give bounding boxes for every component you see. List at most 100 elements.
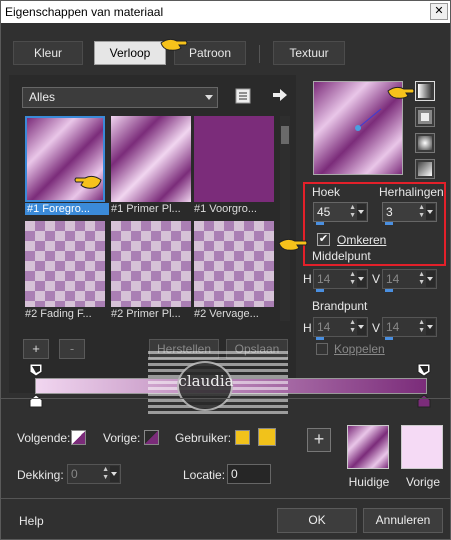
center-v-input[interactable]: 14 ▲ ▼ (382, 269, 437, 292)
chevron-down-icon[interactable] (110, 466, 119, 482)
title-bar: Eigenschappen van materiaal ✕ (1, 1, 450, 23)
pointing-hand-icon (387, 86, 415, 99)
chevron-down-icon[interactable] (426, 319, 435, 335)
add-to-swatches-button[interactable]: + (307, 428, 331, 452)
linear-gradient-icon (418, 84, 432, 98)
start-color-stop-icon[interactable] (29, 394, 43, 408)
location-label: Locatie: (183, 468, 226, 482)
spin-arrows-icon[interactable]: ▲ ▼ (349, 271, 356, 287)
category-value: Alles (29, 90, 56, 104)
pointing-hand-icon (74, 175, 102, 189)
link-checkbox[interactable] (316, 343, 328, 355)
repeats-input[interactable]: 3 ▲ ▼ (382, 202, 437, 225)
chevron-down-icon[interactable] (357, 204, 366, 220)
spin-arrows-icon[interactable]: ▲ ▼ (102, 466, 109, 482)
prev-label: Vorige: (103, 431, 141, 445)
pointing-hand-icon (160, 38, 188, 51)
spin-arrows-icon[interactable]: ▲ ▼ (418, 319, 425, 335)
location-input[interactable]: 0 (227, 464, 271, 484)
tab-verloop[interactable]: Verloop (94, 41, 166, 65)
focal-v-value: 14 (386, 320, 400, 334)
previous-preview[interactable] (401, 425, 443, 469)
gradient-preview (194, 221, 274, 307)
gradient-thumb-5[interactable]: #2 Primer Pl... (111, 221, 191, 320)
slider-indicator (385, 289, 393, 292)
spin-arrows-icon[interactable]: ▲ ▼ (418, 271, 425, 287)
gradient-preview (25, 221, 105, 307)
current-preview[interactable] (347, 425, 389, 469)
list-view-icon[interactable] (235, 88, 251, 104)
start-stop-marker-icon[interactable] (29, 363, 43, 377)
location-value: 0 (231, 467, 238, 481)
focal-h-label: H (303, 321, 312, 335)
current-label: Huidige (348, 475, 390, 489)
gradient-thumb-3[interactable]: #1 Voorgro... (194, 116, 274, 215)
gradient-thumb-2[interactable]: #1 Primer Pl... (111, 116, 191, 215)
focal-v-label: V (372, 321, 381, 335)
thumb-label: #1 Voorgro... (194, 203, 257, 215)
prev-swatch[interactable] (144, 430, 159, 445)
gradient-preview (111, 116, 191, 202)
gradient-thumb-6[interactable]: #2 Vervage... (194, 221, 274, 320)
angle-label: Hoek (312, 185, 341, 199)
divider (1, 498, 450, 499)
slider-indicator (316, 337, 324, 340)
focal-h-input[interactable]: 14 ▲ ▼ (313, 317, 368, 340)
focal-label: Brandpunt (312, 299, 368, 313)
material-properties-dialog: Eigenschappen van materiaal ✕ Kleur Verl… (0, 0, 451, 540)
end-color-stop-icon[interactable] (417, 394, 431, 408)
linear-style-button[interactable] (415, 81, 435, 101)
next-swatch[interactable] (71, 430, 86, 445)
opacity-input[interactable]: 0 ▲ ▼ (67, 464, 121, 484)
rectangular-gradient-icon (418, 110, 432, 124)
invert-label: Omkeren (337, 233, 387, 247)
pointing-hand-icon (278, 238, 308, 251)
slider-indicator (316, 289, 324, 292)
ok-button[interactable]: OK (277, 508, 357, 533)
center-h-input[interactable]: 14 ▲ ▼ (313, 269, 368, 292)
user-swatch-2[interactable] (258, 428, 276, 446)
category-dropdown[interactable]: Alles (22, 87, 218, 108)
focal-h-value: 14 (317, 320, 331, 334)
tab-kleur[interactable]: Kleur (13, 41, 83, 65)
gradient-thumb-4[interactable]: #2 Fading F... (25, 221, 105, 320)
radial-gradient-icon (418, 136, 432, 150)
thumb-label: #2 Fading F... (25, 308, 92, 320)
arrow-right-icon[interactable] (272, 88, 288, 102)
rectangular-style-button[interactable] (415, 107, 435, 127)
user-swatch-1[interactable] (235, 430, 250, 445)
next-label: Volgende: (17, 431, 71, 445)
remove-gradient-button[interactable]: - (59, 339, 85, 359)
close-button[interactable]: ✕ (430, 3, 448, 20)
chevron-down-icon[interactable] (357, 271, 366, 287)
help-button[interactable]: Help (19, 514, 44, 528)
radial-style-button[interactable] (415, 133, 435, 153)
center-label: Middelpunt (312, 249, 371, 263)
invert-checkbox[interactable]: ✔ (317, 233, 330, 246)
slider-indicator (316, 222, 324, 225)
end-stop-marker-icon[interactable] (417, 363, 431, 377)
gradient-thumb-1[interactable]: #1 Foregro... (25, 116, 109, 215)
spin-arrows-icon[interactable]: ▲ ▼ (349, 204, 356, 220)
link-label: Koppelen (334, 342, 385, 356)
focal-v-input[interactable]: 14 ▲ ▼ (382, 317, 437, 340)
chevron-down-icon[interactable] (426, 204, 435, 220)
cancel-button[interactable]: Annuleren (363, 508, 443, 533)
slider-indicator (385, 337, 393, 340)
add-gradient-button[interactable]: + (23, 339, 49, 359)
chevron-down-icon[interactable] (426, 271, 435, 287)
chevron-down-icon[interactable] (357, 319, 366, 335)
spin-arrows-icon[interactable]: ▲ ▼ (349, 319, 356, 335)
sunburst-style-button[interactable] (415, 159, 435, 179)
thumb-scrollbar[interactable] (280, 116, 290, 321)
repeats-label: Herhalingen (379, 185, 444, 199)
slider-indicator (385, 222, 393, 225)
scrollbar-thumb[interactable] (281, 126, 289, 144)
tab-textuur[interactable]: Textuur (273, 41, 345, 65)
opacity-label: Dekking: (17, 468, 64, 482)
gradient-preview (111, 221, 191, 307)
dialog-title: Eigenschappen van materiaal (5, 5, 164, 19)
center-v-value: 14 (386, 272, 400, 286)
angle-input[interactable]: 45 ▲ ▼ (313, 202, 368, 225)
spin-arrows-icon[interactable]: ▲ ▼ (418, 204, 425, 220)
